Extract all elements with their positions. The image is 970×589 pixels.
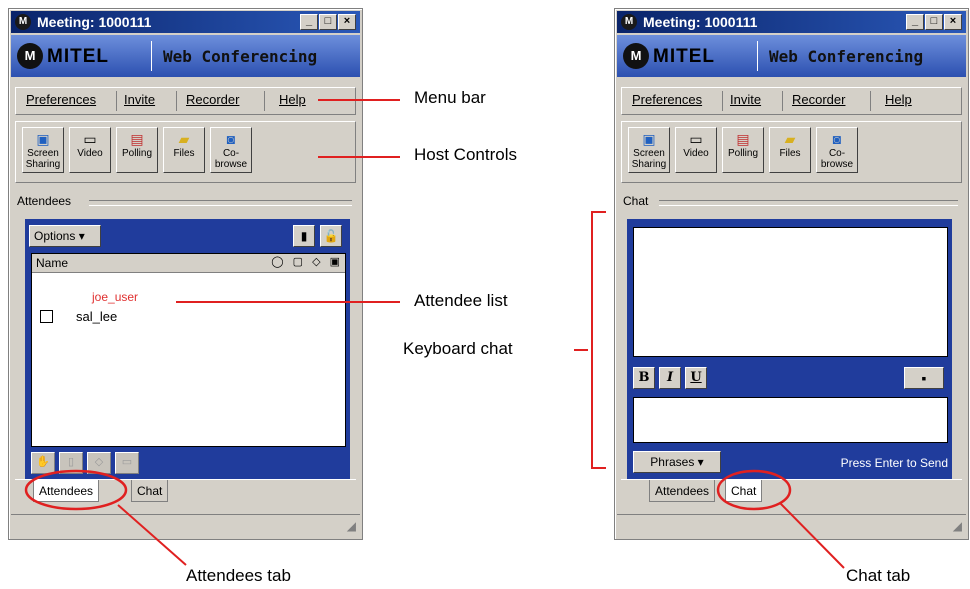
callout-menu-bar: Menu bar [414, 88, 486, 107]
callout-attendee-list: Attendee list [414, 291, 508, 310]
callout-host-controls: Host Controls [414, 145, 517, 164]
callout-attendees-tab: Attendees tab [186, 566, 291, 585]
callout-chat-tab: Chat tab [846, 566, 911, 585]
callout-keyboard-chat: Keyboard chat [403, 339, 513, 358]
